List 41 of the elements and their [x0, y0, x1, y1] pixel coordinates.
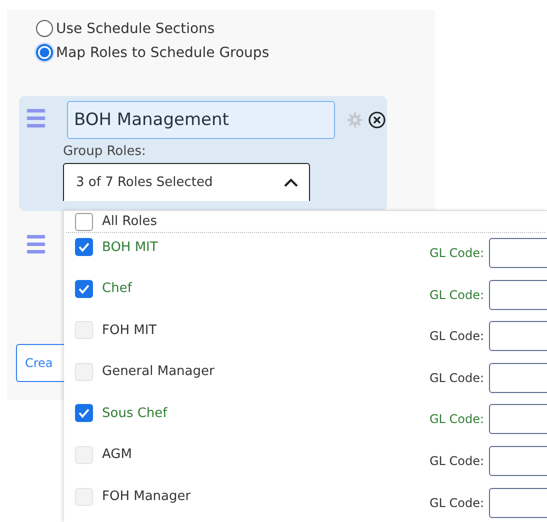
close-icon[interactable] — [368, 111, 386, 129]
gl-code-label: GL Code: — [429, 412, 484, 426]
radio-button[interactable] — [36, 20, 53, 37]
chevron-up-icon[interactable] — [283, 178, 299, 188]
gl-code-label: GL Code: — [429, 329, 484, 344]
role-label[interactable]: General Manager — [102, 364, 214, 380]
radio-button[interactable] — [36, 44, 53, 61]
role-label[interactable]: FOH Manager — [102, 489, 191, 504]
checkbox[interactable] — [75, 212, 93, 230]
roles-select-value: 3 of 7 Roles Selected — [76, 175, 213, 190]
radio-label[interactable]: Use Schedule Sections — [56, 20, 215, 36]
role-label[interactable]: FOH MIT — [102, 322, 157, 338]
gl-code-field[interactable] — [489, 280, 547, 310]
role-label[interactable]: Sous Chef — [102, 406, 168, 421]
roles-dropdown[interactable]: 3 of 7 Roles Selected — [63, 163, 310, 201]
role-label[interactable]: BOH MIT — [102, 240, 158, 254]
role-label[interactable]: Chef — [102, 281, 132, 296]
gl-code-label: GL Code: — [429, 370, 484, 385]
drag-handle-icon[interactable] — [27, 235, 45, 254]
group-roles-label: Group Roles: — [63, 144, 147, 159]
drag-handle-icon[interactable] — [27, 109, 45, 128]
role-label[interactable]: All Roles — [102, 214, 158, 229]
gl-code-field[interactable] — [489, 488, 547, 518]
checkbox[interactable] — [75, 280, 93, 298]
checkbox[interactable] — [75, 404, 93, 422]
gl-code-field[interactable] — [489, 404, 547, 434]
gl-code-field[interactable] — [489, 321, 547, 352]
gl-code-label: GL Code: — [429, 496, 484, 510]
radio-label[interactable]: Map Roles to Schedule Groups — [56, 44, 270, 60]
gl-code-field[interactable] — [489, 446, 547, 476]
gl-code-label: GL Code: — [429, 454, 484, 468]
role-label[interactable]: AGM — [102, 447, 132, 462]
group-name-field[interactable]: BOH Management — [67, 101, 335, 139]
gl-code-label: GL Code: — [429, 246, 484, 260]
gl-code-field[interactable] — [489, 362, 547, 393]
check-icon[interactable] — [78, 408, 90, 418]
checkbox[interactable] — [75, 238, 93, 256]
check-icon[interactable] — [78, 284, 90, 294]
gl-code-field[interactable] — [489, 238, 547, 268]
gl-code-label: GL Code: — [429, 288, 484, 302]
check-icon[interactable] — [78, 242, 90, 252]
